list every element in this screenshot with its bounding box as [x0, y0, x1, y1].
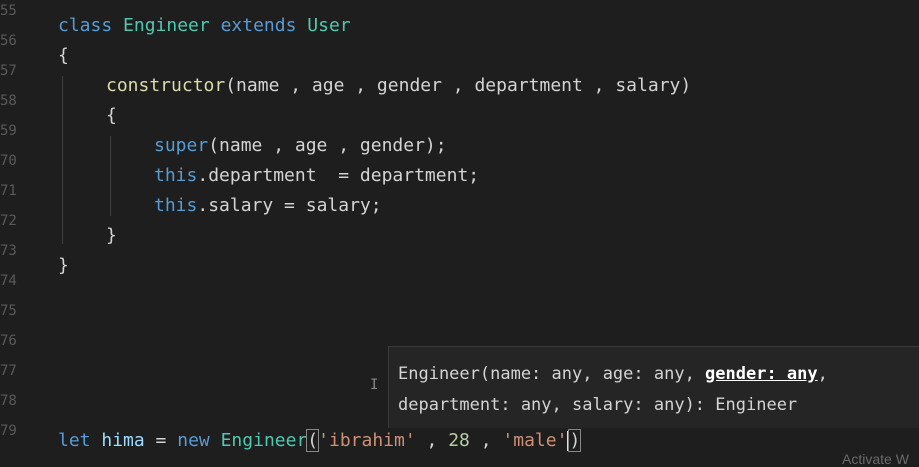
line-number: 77: [0, 363, 17, 379]
active-parameter: gender: any: [705, 364, 818, 384]
code-line: this.salary = salary;: [154, 195, 382, 216]
line-number: 76: [0, 333, 17, 349]
line-number: 55: [0, 3, 17, 19]
code-line: {: [58, 45, 69, 66]
signature-help-popup: Engineer(name: any, age: any, gender: an…: [388, 346, 919, 428]
code-line: class Engineer extends User: [58, 15, 351, 36]
code-line-current: let hima = new Engineer('ibrahim' , 28 ,…: [58, 429, 582, 452]
code-line: }: [106, 225, 117, 246]
code-line: constructor(name , age , gender , depart…: [106, 75, 692, 96]
matched-bracket: ): [568, 429, 582, 452]
code-line: {: [106, 105, 117, 126]
line-number: 56: [0, 33, 17, 49]
line-number: 57: [0, 63, 17, 79]
signature-line-2: department: any, salary: any): Engineer: [398, 395, 798, 415]
code-line: super(name , age , gender);: [154, 135, 447, 156]
line-number: 79: [0, 423, 17, 439]
mouse-ibeam-icon: I: [370, 377, 379, 393]
line-number: 78: [0, 393, 17, 409]
line-number: 73: [0, 243, 17, 259]
signature-line-1: Engineer(name: any, age: any, gender: an…: [398, 364, 828, 384]
line-number: 71: [0, 183, 17, 199]
indent-guide: [62, 76, 63, 244]
line-number: 59: [0, 123, 17, 139]
activate-windows-watermark: Activate W: [842, 451, 909, 467]
code-line: this.department = department;: [154, 165, 480, 186]
line-number: 72: [0, 213, 17, 229]
line-number: 70: [0, 153, 17, 169]
indent-guide: [110, 136, 111, 216]
line-number: 75: [0, 303, 17, 319]
line-number-gutter: 55 56 57 58 59 70 71 72 73 74 75 76 77 7…: [0, 0, 22, 467]
line-number: 74: [0, 273, 17, 289]
code-line: }: [58, 255, 69, 276]
line-number: 58: [0, 93, 17, 109]
